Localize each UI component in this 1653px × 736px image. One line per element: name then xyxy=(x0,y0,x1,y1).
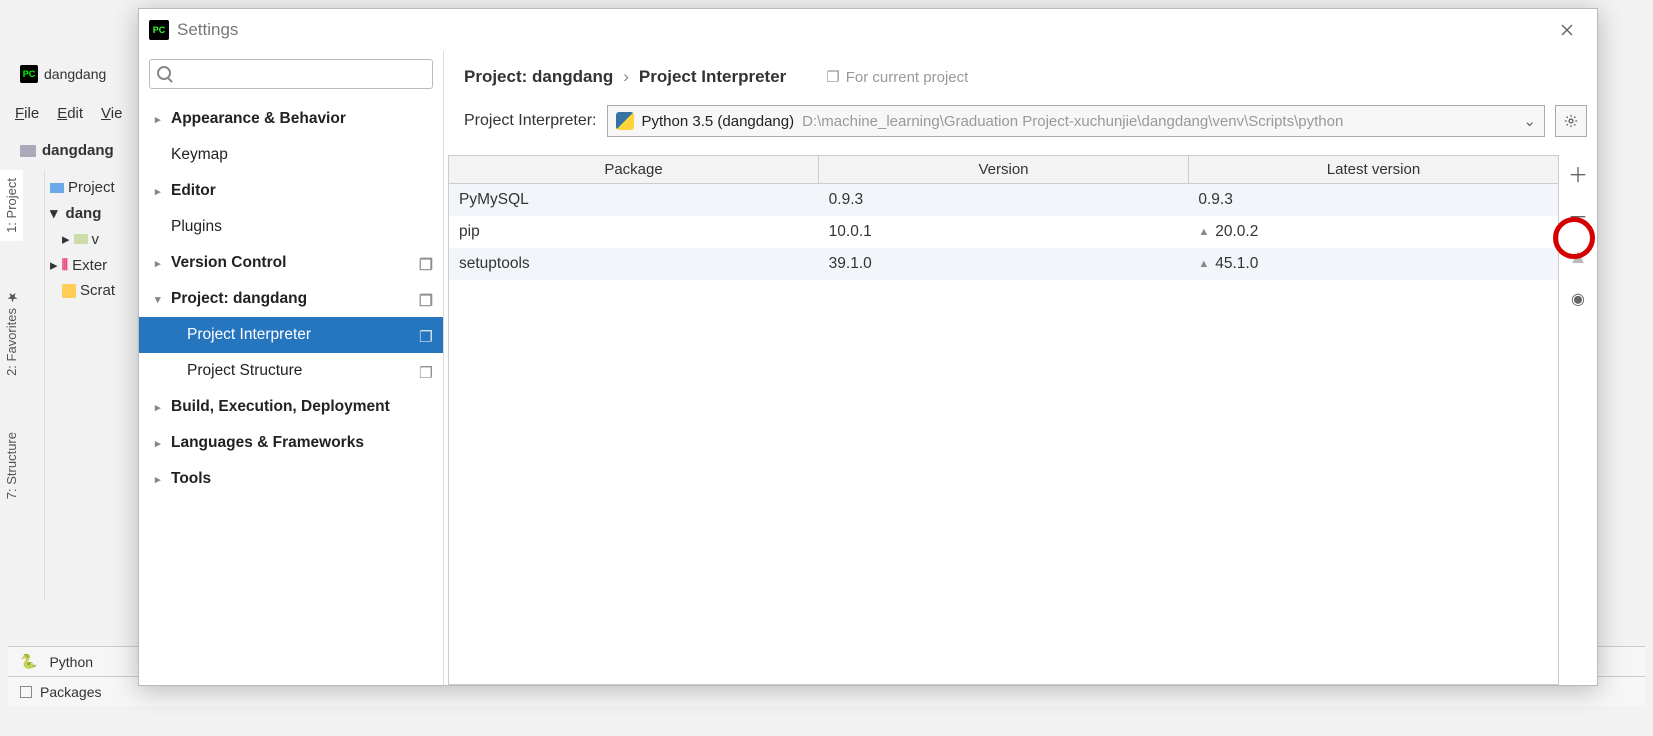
folder-icon xyxy=(20,145,36,157)
remove-package-button[interactable]: － xyxy=(1564,201,1592,229)
cell-latest: ▲45.1.0 xyxy=(1188,255,1558,273)
scope-icon: ❐ xyxy=(419,292,433,306)
gear-icon xyxy=(1564,114,1578,128)
settings-titlebar: PC Settings xyxy=(139,9,1597,51)
chevron-right-icon: › xyxy=(623,67,629,87)
table-row[interactable]: pip10.0.1▲20.0.2 xyxy=(449,216,1558,248)
eye-icon: ◉ xyxy=(1571,289,1585,309)
ide-titlebar: PC dangdang xyxy=(20,60,106,88)
scope-icon: ❐ xyxy=(826,68,839,86)
cell-latest: 0.9.3 xyxy=(1188,191,1558,209)
ide-breadcrumb[interactable]: dangdang xyxy=(20,142,114,159)
packages-toolbar: ＋ － ▲ ◉ xyxy=(1559,155,1597,685)
scope-icon: ❐ xyxy=(419,364,433,378)
up-arrow-icon: ▲ xyxy=(1568,246,1588,269)
search-input[interactable] xyxy=(149,59,433,89)
settings-title: Settings xyxy=(177,20,238,40)
settings-nav: Appearance & Behavior Keymap Editor Plug… xyxy=(139,51,444,685)
ide-left-toolwindow[interactable]: 1: Project 2: Favorites ★ 7: Structure xyxy=(0,170,45,600)
scope-hint: ❐ For current project xyxy=(826,68,968,86)
menu-edit[interactable]: Edit xyxy=(57,105,83,122)
pycharm-logo-icon: PC xyxy=(149,20,169,40)
breadcrumb-project[interactable]: Project: dangdang xyxy=(464,67,613,87)
chevron-right-icon xyxy=(62,230,70,248)
project-pane-icon xyxy=(50,183,64,193)
scope-icon: ❐ xyxy=(419,328,433,342)
chevron-right-icon xyxy=(155,401,165,414)
tool-tab-favorites[interactable]: 2: Favorites ★ xyxy=(0,281,23,384)
interpreter-name: Python 3.5 (dangdang) xyxy=(642,113,795,130)
upgrade-available-icon: ▲ xyxy=(1198,226,1209,238)
col-version[interactable]: Version xyxy=(819,156,1189,183)
chevron-right-icon xyxy=(155,185,165,198)
show-early-releases-button[interactable]: ◉ xyxy=(1564,285,1592,313)
chevron-down-icon xyxy=(50,204,58,222)
cell-package: setuptools xyxy=(449,255,819,273)
add-package-button[interactable]: ＋ xyxy=(1564,159,1592,187)
nav-appearance[interactable]: Appearance & Behavior xyxy=(139,101,443,137)
table-row[interactable]: setuptools39.1.0▲45.1.0 xyxy=(449,248,1558,280)
nav-plugins[interactable]: Plugins xyxy=(139,209,443,245)
upgrade-package-button[interactable]: ▲ xyxy=(1564,243,1592,271)
settings-main: Project: dangdang › Project Interpreter … xyxy=(444,51,1597,685)
nav-project-interpreter[interactable]: Project Interpreter❐ xyxy=(139,317,443,353)
ide-title: dangdang xyxy=(44,66,106,82)
packages-icon xyxy=(20,686,32,698)
nav-editor[interactable]: Editor xyxy=(139,173,443,209)
folder-icon xyxy=(74,234,88,244)
menu-view[interactable]: Vie xyxy=(101,105,122,122)
nav-project[interactable]: Project: dangdang❐ xyxy=(139,281,443,317)
cell-package: pip xyxy=(449,223,819,241)
chevron-right-icon xyxy=(155,257,165,270)
menu-file[interactable]: File xyxy=(15,105,39,122)
chevron-down-icon: ⌄ xyxy=(1523,112,1536,130)
table-header: Package Version Latest version xyxy=(449,156,1558,184)
close-button[interactable] xyxy=(1547,15,1587,45)
nav-languages[interactable]: Languages & Frameworks xyxy=(139,425,443,461)
cell-version: 0.9.3 xyxy=(819,191,1189,209)
search-icon xyxy=(157,66,171,80)
chevron-down-icon xyxy=(155,293,165,306)
pycharm-logo-icon: PC xyxy=(20,65,38,83)
close-icon xyxy=(1561,24,1573,36)
tool-tab-project[interactable]: 1: Project xyxy=(0,170,23,241)
cell-version: 39.1.0 xyxy=(819,255,1189,273)
scratch-icon xyxy=(62,284,76,298)
nav-tools[interactable]: Tools xyxy=(139,461,443,497)
chevron-right-icon xyxy=(155,113,165,126)
settings-dialog: PC Settings Appearance & Behavior Keymap… xyxy=(138,8,1598,686)
chevron-right-icon xyxy=(50,256,58,274)
col-package[interactable]: Package xyxy=(449,156,819,183)
settings-breadcrumb: Project: dangdang › Project Interpreter … xyxy=(444,51,1597,97)
scope-icon: ❐ xyxy=(419,256,433,270)
cell-package: PyMySQL xyxy=(449,191,819,209)
upgrade-available-icon: ▲ xyxy=(1198,258,1209,270)
settings-search[interactable] xyxy=(149,59,433,89)
chevron-right-icon xyxy=(155,437,165,450)
interpreter-path: D:\machine_learning\Graduation Project-x… xyxy=(802,113,1515,130)
cell-version: 10.0.1 xyxy=(819,223,1189,241)
packages-table[interactable]: Package Version Latest version PyMySQL0.… xyxy=(448,155,1559,685)
breadcrumb-page: Project Interpreter xyxy=(639,67,786,87)
interpreter-combo[interactable]: Python 3.5 (dangdang) D:\machine_learnin… xyxy=(607,105,1546,137)
tool-tab-structure[interactable]: 7: Structure xyxy=(0,424,23,507)
nav-keymap[interactable]: Keymap xyxy=(139,137,443,173)
nav-build[interactable]: Build, Execution, Deployment xyxy=(139,389,443,425)
table-row[interactable]: PyMySQL0.9.30.9.3 xyxy=(449,184,1558,216)
nav-project-structure[interactable]: Project Structure❐ xyxy=(139,353,443,389)
libraries-icon: ⦀ xyxy=(62,257,69,274)
col-latest[interactable]: Latest version xyxy=(1189,156,1558,183)
interpreter-settings-button[interactable] xyxy=(1555,105,1587,137)
nav-version-control[interactable]: Version Control❐ xyxy=(139,245,443,281)
plus-icon: ＋ xyxy=(1568,159,1588,188)
ide-menubar[interactable]: File Edit Vie xyxy=(15,105,122,122)
python-icon: 🐍 xyxy=(20,653,37,670)
crumb-root[interactable]: dangdang xyxy=(42,142,114,159)
interpreter-label: Project Interpreter: xyxy=(464,112,597,130)
minus-icon: － xyxy=(1568,201,1588,230)
cell-latest: ▲20.0.2 xyxy=(1188,223,1558,241)
chevron-right-icon xyxy=(155,473,165,486)
python-icon xyxy=(616,112,634,130)
